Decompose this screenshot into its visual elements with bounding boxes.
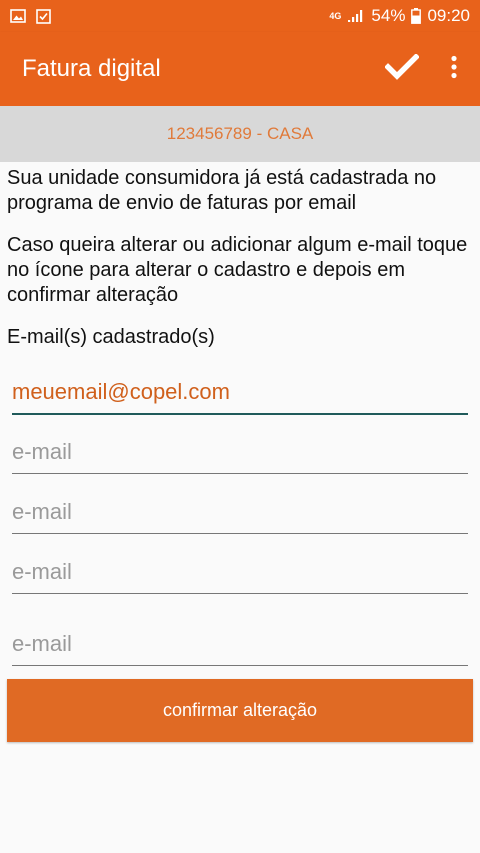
gallery-icon: [10, 9, 26, 23]
info-paragraph-instructions: Caso queira alterar ou adicionar algum e…: [7, 234, 468, 306]
info-paragraph-registered: Sua unidade consumidora já está cadastra…: [7, 167, 437, 214]
emails-label: E-mail(s) cadastrado(s): [7, 326, 215, 348]
email-field-1[interactable]: [12, 375, 468, 415]
battery-icon: [411, 8, 422, 24]
confirm-check-button[interactable]: [376, 32, 428, 106]
check-icon: [384, 52, 420, 85]
confirm-change-button[interactable]: confirmar alteração: [7, 679, 473, 742]
account-subheader: 123456789 - CASA: [0, 106, 480, 162]
overflow-menu-button[interactable]: [428, 32, 480, 106]
page-title: Fatura digital: [22, 55, 161, 82]
network-type: 4G: [329, 10, 342, 21]
content: Sua unidade consumidora já está cadastra…: [7, 166, 473, 350]
email-field-4[interactable]: [12, 554, 468, 594]
signal-icon: [347, 9, 365, 23]
status-bar: 4G 54% 09:20: [0, 0, 480, 32]
checkbox-icon: [36, 8, 51, 24]
app-bar: Fatura digital: [0, 32, 480, 106]
more-vert-icon: [450, 55, 458, 84]
email-field-2[interactable]: [12, 434, 468, 474]
account-label: 123456789 - CASA: [166, 124, 314, 143]
clock: 09:20: [427, 6, 470, 25]
app-actions: [376, 32, 480, 106]
email-field-3[interactable]: [12, 494, 468, 534]
battery-percent: 54%: [371, 6, 406, 25]
status-right: 4G 54% 09:20: [329, 6, 470, 26]
email-field-5[interactable]: [12, 626, 468, 666]
status-left: [10, 8, 51, 24]
